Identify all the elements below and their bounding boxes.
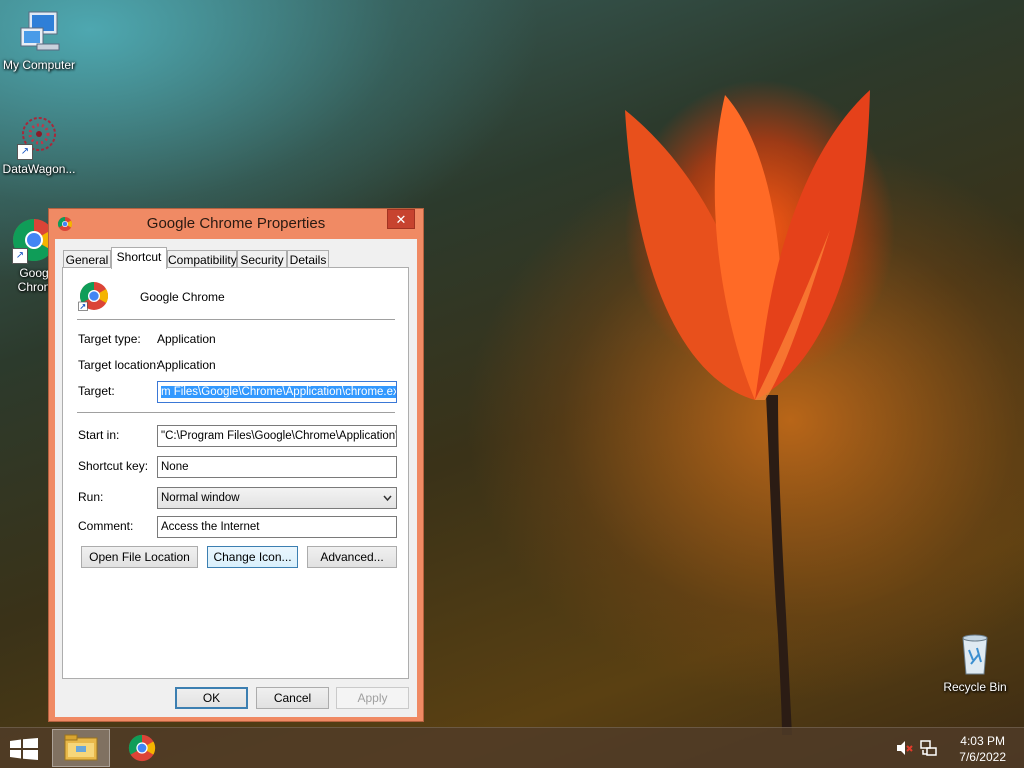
clock-time: 4:03 PM [960,734,1005,748]
run-label: Run: [78,490,104,504]
desktop-icon-label: DataWagon... [2,162,76,176]
taskbar-file-explorer[interactable] [52,729,110,767]
start-button[interactable] [10,738,38,760]
wallpaper-tulip-stem [766,395,792,735]
shortcut-tab-panel: Google Chrome Target type: Application T… [62,267,409,679]
desktop-icon-datawagon[interactable]: ↗ DataWagon... [0,112,81,176]
shortcut-key-label: Shortcut key: [78,459,149,473]
volume-muted-icon[interactable] [896,740,914,756]
dialog-title-bar[interactable]: Google Chrome Properties ✕ [49,209,423,239]
comment-input[interactable]: Access the Internet [157,516,397,538]
datawagon-icon: ↗ [15,112,63,160]
network-icon[interactable] [920,740,938,756]
target-location-label: Target location: [78,358,160,372]
target-input[interactable]: m Files\Google\Chrome\Application\chrome… [157,381,397,403]
tab-general[interactable]: General [63,250,111,268]
tab-security[interactable]: Security [237,250,287,268]
comment-label: Comment: [78,519,134,533]
target-type-value: Application [157,332,216,346]
desktop-icon-recycle-bin[interactable]: Recycle Bin [933,630,1017,694]
ok-button[interactable]: OK [175,687,248,709]
target-label: Target: [78,384,115,398]
shortcut-name: Google Chrome [140,290,225,304]
file-explorer-icon [64,734,98,761]
close-button[interactable]: ✕ [387,209,415,229]
divider [77,319,395,320]
cancel-button[interactable]: Cancel [256,687,329,709]
chrome-icon [78,280,110,312]
dialog-client-area: General Shortcut Compatibility Security … [55,239,417,717]
tab-compatibility[interactable]: Compatibility [167,250,237,268]
taskbar-chrome[interactable] [114,729,172,767]
apply-button[interactable]: Apply [336,687,409,709]
run-select[interactable]: Normal window [157,487,397,509]
chrome-icon [128,734,156,762]
target-location-value: Application [157,358,216,372]
start-in-input[interactable]: "C:\Program Files\Google\Chrome\Applicat… [157,425,397,447]
windows-logo-icon [10,738,38,760]
shortcut-key-input[interactable]: None [157,456,397,478]
desktop-icon-my-computer[interactable]: My Computer [0,8,81,72]
desktop-icon-label: My Computer [2,58,76,72]
tab-details[interactable]: Details [287,250,329,268]
chevron-down-icon [383,495,392,502]
shortcut-arrow-icon: ↗ [17,144,33,160]
target-type-label: Target type: [78,332,141,346]
taskbar: 4:03 PM 7/6/2022 [0,727,1024,768]
shortcut-arrow-icon: ↗ [12,248,28,264]
computer-icon [15,8,63,56]
clock-date: 7/6/2022 [959,750,1006,764]
wallpaper-tulip-flower [625,90,870,400]
open-file-location-button[interactable]: Open File Location [81,546,198,568]
target-input-value: m Files\Google\Chrome\Application\chrome… [161,386,396,398]
system-clock[interactable]: 4:03 PM 7/6/2022 [959,733,1006,765]
run-select-value: Normal window [161,492,240,504]
start-in-label: Start in: [78,428,120,442]
divider [77,412,395,413]
properties-dialog: Google Chrome Properties ✕ General Short… [48,208,424,722]
recycle-bin-icon [951,630,999,678]
desktop-icon-label: Recycle Bin [943,680,1007,694]
change-icon-button[interactable]: Change Icon... [207,546,298,568]
dialog-title: Google Chrome Properties [146,215,326,232]
tab-shortcut[interactable]: Shortcut [111,247,167,269]
advanced-button[interactable]: Advanced... [307,546,397,568]
